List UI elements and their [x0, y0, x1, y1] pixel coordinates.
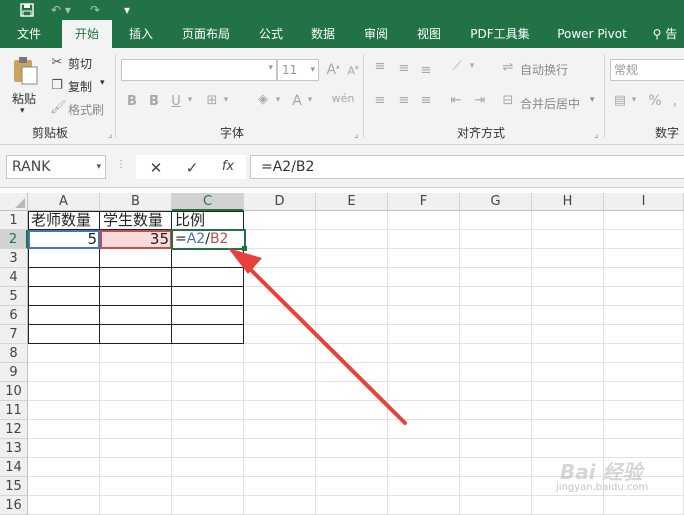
watermark-logo: Bai 经验 — [560, 460, 643, 484]
watermark-url: jingyan.baidu.com — [556, 482, 649, 493]
annotation-arrow — [228, 248, 407, 425]
